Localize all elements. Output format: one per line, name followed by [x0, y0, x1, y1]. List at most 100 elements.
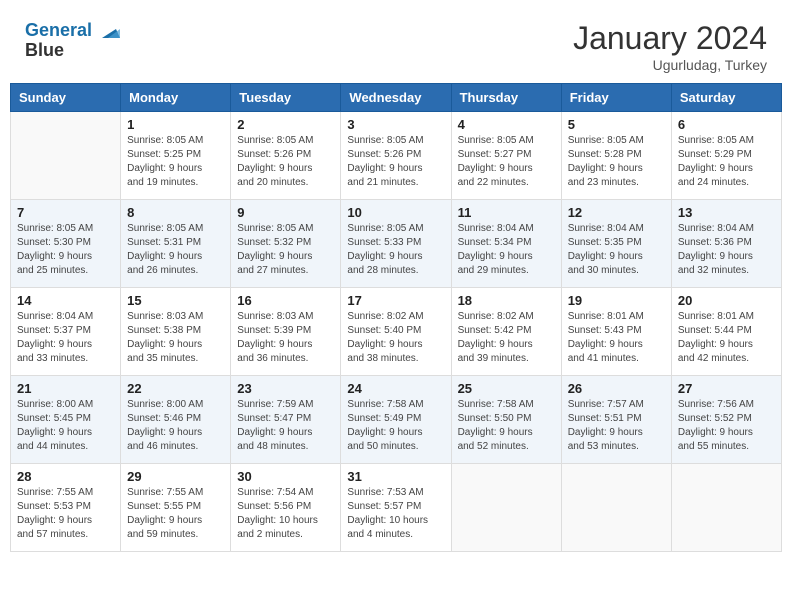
calendar-cell: 18 Sunrise: 8:02 AM Sunset: 5:42 PM Dayli…	[451, 288, 561, 376]
day-number: 3	[347, 117, 444, 132]
day-info: Sunrise: 8:05 AM Sunset: 5:27 PM Dayligh…	[458, 134, 555, 190]
weekday-header-saturday: Saturday	[671, 84, 781, 112]
day-number: 30	[237, 469, 334, 484]
day-info: Sunrise: 8:05 AM Sunset: 5:33 PM Dayligh…	[347, 222, 444, 278]
calendar-week-row: 14 Sunrise: 8:04 AM Sunset: 5:37 PM Dayli…	[11, 288, 782, 376]
day-info: Sunrise: 8:04 AM Sunset: 5:34 PM Dayligh…	[458, 222, 555, 278]
calendar-cell: 23Sunrise: 7:59 AM Sunset: 5:47 PM Dayli…	[231, 376, 341, 464]
day-number: 24	[347, 381, 444, 396]
day-number: 6	[678, 117, 775, 132]
calendar-cell: 17 Sunrise: 8:02 AM Sunset: 5:40 PM Dayli…	[341, 288, 451, 376]
day-number: 17	[347, 293, 444, 308]
calendar-cell: 2 Sunrise: 8:05 AM Sunset: 5:26 PM Daylig…	[231, 112, 341, 200]
day-number: 14	[17, 293, 114, 308]
weekday-header-friday: Friday	[561, 84, 671, 112]
calendar-cell: 24 Sunrise: 7:58 AM Sunset: 5:49 PM Dayli…	[341, 376, 451, 464]
weekday-header-wednesday: Wednesday	[341, 84, 451, 112]
weekday-header-tuesday: Tuesday	[231, 84, 341, 112]
page-header: General Blue January 2024 Ugurludag, Tur…	[10, 10, 782, 78]
month-title: January 2024	[573, 20, 767, 57]
weekday-header-thursday: Thursday	[451, 84, 561, 112]
day-info: Sunrise: 8:04 AM Sunset: 5:37 PM Dayligh…	[17, 310, 114, 366]
location: Ugurludag, Turkey	[573, 57, 767, 73]
calendar-cell: 28Sunrise: 7:55 AM Sunset: 5:53 PM Dayli…	[11, 464, 121, 552]
day-info: Sunrise: 8:05 AM Sunset: 5:32 PM Dayligh…	[237, 222, 334, 278]
calendar-cell: 1 Sunrise: 8:05 AM Sunset: 5:25 PM Daylig…	[121, 112, 231, 200]
day-info: Sunrise: 8:01 AM Sunset: 5:43 PM Dayligh…	[568, 310, 665, 366]
calendar-cell: 16 Sunrise: 8:03 AM Sunset: 5:39 PM Dayli…	[231, 288, 341, 376]
day-info: Sunrise: 8:00 AM Sunset: 5:45 PM Dayligh…	[17, 398, 114, 454]
weekday-header-monday: Monday	[121, 84, 231, 112]
day-number: 21	[17, 381, 114, 396]
day-number: 25	[458, 381, 555, 396]
weekday-header-sunday: Sunday	[11, 84, 121, 112]
day-info: Sunrise: 8:02 AM Sunset: 5:40 PM Dayligh…	[347, 310, 444, 366]
day-number: 16	[237, 293, 334, 308]
calendar-cell	[561, 464, 671, 552]
day-number: 26	[568, 381, 665, 396]
day-number: 2	[237, 117, 334, 132]
calendar-table: SundayMondayTuesdayWednesdayThursdayFrid…	[10, 83, 782, 552]
calendar-cell: 26 Sunrise: 7:57 AM Sunset: 5:51 PM Dayli…	[561, 376, 671, 464]
day-info: Sunrise: 8:03 AM Sunset: 5:39 PM Dayligh…	[237, 310, 334, 366]
day-number: 20	[678, 293, 775, 308]
day-info: Sunrise: 8:00 AM Sunset: 5:46 PM Dayligh…	[127, 398, 224, 454]
day-number: 22	[127, 381, 224, 396]
logo-text: General	[25, 20, 120, 42]
day-number: 9	[237, 205, 334, 220]
day-info: Sunrise: 8:05 AM Sunset: 5:31 PM Dayligh…	[127, 222, 224, 278]
calendar-cell: 9 Sunrise: 8:05 AM Sunset: 5:32 PM Daylig…	[231, 200, 341, 288]
logo: General Blue	[25, 20, 120, 61]
calendar-cell: 5Sunrise: 8:05 AM Sunset: 5:28 PM Daylig…	[561, 112, 671, 200]
day-number: 18	[458, 293, 555, 308]
calendar-cell: 31Sunrise: 7:53 AM Sunset: 5:57 PM Dayli…	[341, 464, 451, 552]
calendar-cell	[451, 464, 561, 552]
day-number: 10	[347, 205, 444, 220]
calendar-cell: 30Sunrise: 7:54 AM Sunset: 5:56 PM Dayli…	[231, 464, 341, 552]
day-number: 23	[237, 381, 334, 396]
day-number: 29	[127, 469, 224, 484]
calendar-cell: 15Sunrise: 8:03 AM Sunset: 5:38 PM Dayli…	[121, 288, 231, 376]
day-info: Sunrise: 8:01 AM Sunset: 5:44 PM Dayligh…	[678, 310, 775, 366]
day-number: 12	[568, 205, 665, 220]
calendar-cell: 13 Sunrise: 8:04 AM Sunset: 5:36 PM Dayli…	[671, 200, 781, 288]
day-info: Sunrise: 7:57 AM Sunset: 5:51 PM Dayligh…	[568, 398, 665, 454]
day-info: Sunrise: 7:58 AM Sunset: 5:50 PM Dayligh…	[458, 398, 555, 454]
calendar-cell: 3Sunrise: 8:05 AM Sunset: 5:26 PM Daylig…	[341, 112, 451, 200]
calendar-cell: 25 Sunrise: 7:58 AM Sunset: 5:50 PM Dayli…	[451, 376, 561, 464]
day-info: Sunrise: 8:05 AM Sunset: 5:30 PM Dayligh…	[17, 222, 114, 278]
day-info: Sunrise: 8:04 AM Sunset: 5:36 PM Dayligh…	[678, 222, 775, 278]
calendar-cell: 7 Sunrise: 8:05 AM Sunset: 5:30 PM Daylig…	[11, 200, 121, 288]
day-info: Sunrise: 7:58 AM Sunset: 5:49 PM Dayligh…	[347, 398, 444, 454]
calendar-cell: 19Sunrise: 8:01 AM Sunset: 5:43 PM Dayli…	[561, 288, 671, 376]
day-info: Sunrise: 8:05 AM Sunset: 5:26 PM Dayligh…	[237, 134, 334, 190]
day-info: Sunrise: 8:05 AM Sunset: 5:28 PM Dayligh…	[568, 134, 665, 190]
calendar-cell: 12 Sunrise: 8:04 AM Sunset: 5:35 PM Dayli…	[561, 200, 671, 288]
calendar-week-row: 21 Sunrise: 8:00 AM Sunset: 5:45 PM Dayli…	[11, 376, 782, 464]
title-section: January 2024 Ugurludag, Turkey	[573, 20, 767, 73]
calendar-cell	[671, 464, 781, 552]
calendar-cell	[11, 112, 121, 200]
day-number: 27	[678, 381, 775, 396]
day-info: Sunrise: 8:05 AM Sunset: 5:25 PM Dayligh…	[127, 134, 224, 190]
calendar-week-row: 1 Sunrise: 8:05 AM Sunset: 5:25 PM Daylig…	[11, 112, 782, 200]
day-number: 28	[17, 469, 114, 484]
calendar-cell: 27 Sunrise: 7:56 AM Sunset: 5:52 PM Dayli…	[671, 376, 781, 464]
day-number: 1	[127, 117, 224, 132]
day-info: Sunrise: 8:05 AM Sunset: 5:29 PM Dayligh…	[678, 134, 775, 190]
day-info: Sunrise: 8:02 AM Sunset: 5:42 PM Dayligh…	[458, 310, 555, 366]
logo-line2: Blue	[25, 40, 120, 61]
calendar-header: SundayMondayTuesdayWednesdayThursdayFrid…	[11, 84, 782, 112]
calendar-cell: 4 Sunrise: 8:05 AM Sunset: 5:27 PM Daylig…	[451, 112, 561, 200]
day-number: 13	[678, 205, 775, 220]
day-info: Sunrise: 7:53 AM Sunset: 5:57 PM Dayligh…	[347, 486, 444, 542]
calendar-week-row: 28Sunrise: 7:55 AM Sunset: 5:53 PM Dayli…	[11, 464, 782, 552]
day-info: Sunrise: 8:04 AM Sunset: 5:35 PM Dayligh…	[568, 222, 665, 278]
calendar-cell: 21 Sunrise: 8:00 AM Sunset: 5:45 PM Dayli…	[11, 376, 121, 464]
day-info: Sunrise: 7:56 AM Sunset: 5:52 PM Dayligh…	[678, 398, 775, 454]
day-number: 7	[17, 205, 114, 220]
day-number: 11	[458, 205, 555, 220]
calendar-cell: 20 Sunrise: 8:01 AM Sunset: 5:44 PM Dayli…	[671, 288, 781, 376]
calendar-cell: 29Sunrise: 7:55 AM Sunset: 5:55 PM Dayli…	[121, 464, 231, 552]
day-number: 4	[458, 117, 555, 132]
